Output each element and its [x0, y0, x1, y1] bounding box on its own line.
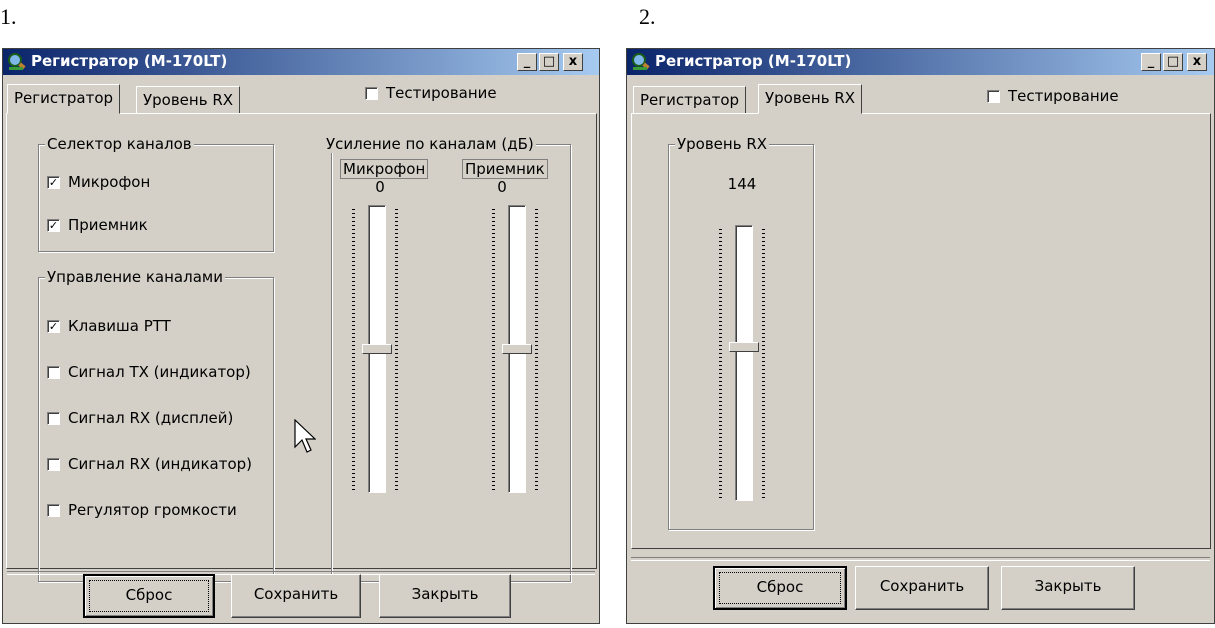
tab-recorder[interactable]: Регистратор: [7, 84, 121, 114]
checkbox-ptt-key[interactable]: ✓ Клавиша PTT: [47, 317, 171, 335]
checkbox-volume-control[interactable]: Регулятор громкости: [47, 501, 237, 519]
checkbox-box[interactable]: ✓: [47, 175, 60, 189]
checkbox-box[interactable]: [47, 457, 60, 471]
checkbox-label: Сигнал RX (дисплей): [68, 409, 234, 427]
slider-ticks: [535, 209, 538, 491]
gain-receiver-label: Приемник: [462, 159, 548, 179]
mouse-pointer-icon: [294, 419, 316, 453]
separator: [631, 557, 1210, 561]
channel-gain-title: Усиление по каналам (дБ): [324, 135, 536, 153]
channel-selector-title: Селектор каналов: [45, 135, 194, 153]
checkbox-box[interactable]: [47, 365, 60, 379]
checkbox-box[interactable]: [365, 86, 378, 100]
save-label: Сохранить: [253, 585, 339, 603]
close-window-button[interactable]: x: [1187, 53, 1207, 71]
gain-microphone-value: 0: [375, 178, 385, 196]
save-button[interactable]: Сохранить: [231, 574, 361, 618]
channel-control-group: Управление каналами ✓ Клавиша PTT Сигнал…: [38, 268, 274, 582]
save-label: Сохранить: [879, 577, 965, 595]
window-title: Регистратор (М-170LT): [31, 52, 228, 70]
checkbox-receiver[interactable]: ✓ Приемник: [47, 216, 148, 234]
gain-receiver-slider[interactable]: [482, 205, 552, 493]
rx-level-slider[interactable]: [707, 225, 777, 501]
slider-thumb[interactable]: [502, 344, 532, 354]
close-button[interactable]: Закрыть: [1001, 566, 1135, 610]
testing-label: Тестирование: [386, 84, 497, 102]
rx-level-value: 144: [727, 175, 757, 193]
rx-level-title: Уровень RX: [675, 135, 770, 153]
caption-1: 1.: [0, 4, 17, 29]
checkbox-label: Приемник: [68, 216, 148, 234]
checkbox-box[interactable]: ✓: [47, 319, 60, 333]
checkbox-box[interactable]: [987, 89, 1000, 103]
checkbox-label: Сигнал RX (индикатор): [68, 455, 252, 473]
checkbox-rx-display[interactable]: Сигнал RX (дисплей): [47, 409, 233, 427]
checkbox-tx-indicator[interactable]: Сигнал TX (индикатор): [47, 363, 251, 381]
slider-ticks: [352, 209, 355, 491]
close-label: Закрыть: [1034, 577, 1102, 595]
channel-gain-group: Усиление по каналам (дБ) Микрофон Приемн…: [324, 135, 571, 582]
checkbox-box[interactable]: ✓: [47, 218, 60, 232]
checkbox-label: Микрофон: [68, 173, 151, 191]
gain-microphone-label: Микрофон: [340, 159, 429, 179]
maximize-button[interactable]: □: [1163, 53, 1183, 71]
checkbox-rx-indicator[interactable]: Сигнал RX (индикатор): [47, 455, 252, 473]
minimize-button[interactable]: _: [1141, 53, 1161, 71]
checkbox-box[interactable]: [47, 503, 60, 517]
gain-microphone-slider[interactable]: [342, 205, 412, 493]
window-recorder-2: Регистратор (М-170LT) _ □ x Регистратор …: [626, 48, 1215, 624]
minimize-button[interactable]: _: [517, 53, 537, 71]
caption-2: 2.: [639, 4, 656, 29]
magnifier-icon: [632, 53, 650, 70]
slider-ticks: [762, 229, 765, 499]
tab-recorder[interactable]: Регистратор: [633, 86, 747, 114]
testing-checkbox[interactable]: Тестирование: [987, 87, 1119, 105]
checkbox-box[interactable]: [47, 411, 60, 425]
magnifier-icon: [8, 53, 26, 70]
reset-label: Сброс: [125, 586, 173, 604]
title-bar[interactable]: Регистратор (М-170LT) _ □ x: [627, 49, 1214, 75]
slider-ticks: [492, 209, 495, 491]
save-button[interactable]: Сохранить: [855, 566, 989, 610]
slider-thumb[interactable]: [362, 344, 392, 354]
checkbox-microphone[interactable]: ✓ Микрофон: [47, 173, 150, 191]
rx-level-group: Уровень RX 144: [668, 135, 814, 530]
slider-thumb[interactable]: [729, 342, 759, 352]
maximize-button[interactable]: □: [539, 53, 559, 71]
channel-selector-group: Селектор каналов ✓ Микрофон ✓ Приемник: [38, 135, 274, 252]
channel-control-title: Управление каналами: [45, 268, 225, 286]
close-label: Закрыть: [411, 585, 479, 603]
close-button[interactable]: Закрыть: [379, 574, 511, 618]
tab-rx-level[interactable]: Уровень RX: [136, 86, 241, 114]
checkbox-label: Регулятор громкости: [68, 501, 237, 519]
slider-ticks: [719, 229, 722, 499]
tab-panel-recorder: Селектор каналов ✓ Микрофон ✓ Приемник У…: [6, 113, 597, 582]
checkbox-label: Сигнал TX (индикатор): [68, 363, 251, 381]
testing-label: Тестирование: [1008, 87, 1119, 105]
window-title: Регистратор (М-170LT): [655, 52, 852, 70]
tab-panel-rx-level: Уровень RX 144: [631, 113, 1211, 549]
window-recorder-1: Регистратор (М-170LT) _ □ x Регистратор …: [2, 48, 600, 624]
slider-ticks: [395, 209, 398, 491]
tab-rx-level[interactable]: Уровень RX: [758, 84, 863, 114]
testing-checkbox[interactable]: Тестирование: [365, 84, 497, 102]
checkbox-label: Клавиша PTT: [68, 317, 171, 335]
reset-label: Сброс: [756, 578, 804, 596]
gain-receiver-value: 0: [497, 178, 507, 196]
reset-button[interactable]: Сброс: [713, 566, 847, 610]
title-bar[interactable]: Регистратор (М-170LT) _ □ x: [3, 49, 599, 75]
reset-button[interactable]: Сброс: [83, 574, 215, 618]
close-window-button[interactable]: x: [563, 53, 583, 71]
slider-track: [735, 225, 753, 501]
